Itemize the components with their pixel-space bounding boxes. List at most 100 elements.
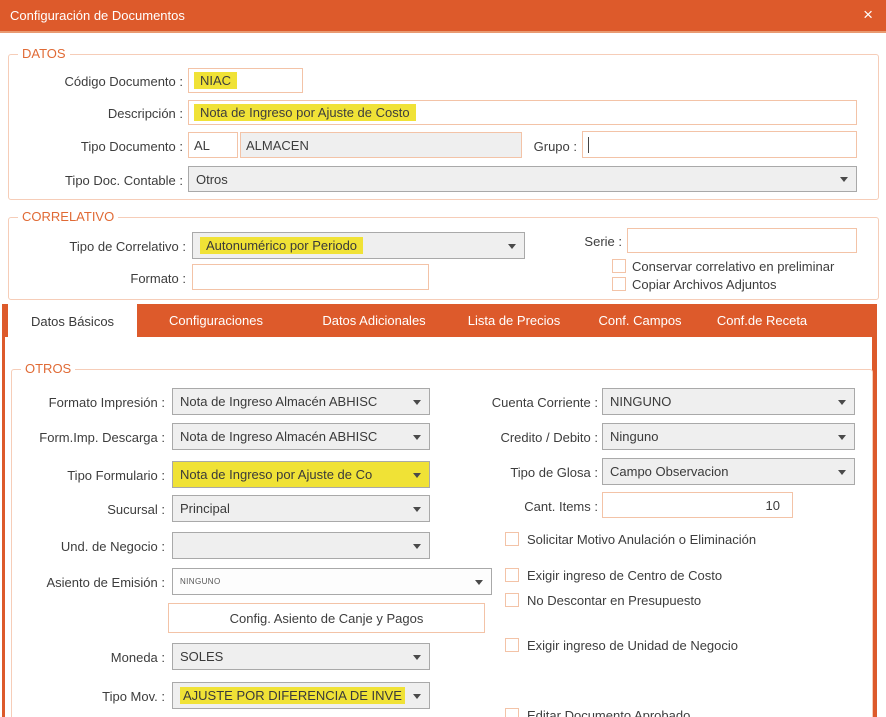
chevron-down-icon xyxy=(413,655,421,660)
exigir-centro-costo-checkbox[interactable] xyxy=(505,568,519,582)
moneda-label: Moneda : xyxy=(5,650,165,665)
moneda-dropdown[interactable]: SOLES xyxy=(172,643,430,670)
formato-impresion-dropdown[interactable]: Nota de Ingreso Almacén ABHISC xyxy=(172,388,430,415)
formato-label: Formato : xyxy=(6,271,186,286)
tab-conf-campos[interactable]: Conf. Campos xyxy=(570,304,710,337)
datos-legend: DATOS xyxy=(18,46,70,61)
tipo-doc-contable-dropdown[interactable]: Otros xyxy=(188,166,857,192)
chevron-down-icon xyxy=(413,473,421,478)
sucursal-dropdown[interactable]: Principal xyxy=(172,495,430,522)
conservar-correlativo-checkbox[interactable] xyxy=(612,259,626,273)
formato-impresion-value: Nota de Ingreso Almacén ABHISC xyxy=(180,394,377,409)
correlativo-legend: CORRELATIVO xyxy=(18,209,118,224)
tipo-mov-label: Tipo Mov. : xyxy=(5,689,165,704)
form-imp-descarga-dropdown[interactable]: Nota de Ingreso Almacén ABHISC xyxy=(172,423,430,450)
tipo-correlativo-label: Tipo de Correlativo : xyxy=(6,239,186,254)
cant-items-field[interactable]: 10 xyxy=(602,492,793,518)
grupo-field[interactable] xyxy=(582,131,857,158)
exigir-unidad-negocio-label: Exigir ingreso de Unidad de Negocio xyxy=(527,638,738,653)
no-descontar-presupuesto-checkbox[interactable] xyxy=(505,593,519,607)
tipo-documento-name-value: ALMACEN xyxy=(246,138,309,153)
chevron-down-icon xyxy=(840,177,848,182)
form-imp-descarga-value: Nota de Ingreso Almacén ABHISC xyxy=(180,429,377,444)
sucursal-label: Sucursal : xyxy=(5,502,165,517)
formato-impresion-label: Formato Impresión : xyxy=(5,395,165,410)
tipo-mov-value: AJUSTE POR DIFERENCIA DE INVE xyxy=(180,687,405,704)
asiento-emision-label: Asiento de Emisión : xyxy=(5,575,165,590)
descripcion-label: Descripción : xyxy=(13,106,183,121)
tipo-documento-label: Tipo Documento : xyxy=(13,139,183,154)
editar-documento-aprobado-label: Editar Documento Aprobado xyxy=(527,708,690,717)
no-descontar-presupuesto-label: No Descontar en Presupuesto xyxy=(527,593,701,608)
sucursal-value: Principal xyxy=(180,501,230,516)
cant-items-value: 10 xyxy=(766,498,780,513)
descripcion-field[interactable]: Nota de Ingreso por Ajuste de Costo xyxy=(188,100,857,125)
close-icon[interactable]: × xyxy=(863,5,873,25)
tipo-glosa-dropdown[interactable]: Campo Observacion xyxy=(602,458,855,485)
dialog-title: Configuración de Documentos xyxy=(0,8,185,23)
cant-items-label: Cant. Items : xyxy=(438,499,598,514)
chevron-down-icon xyxy=(838,400,846,405)
codigo-documento-value: NIAC xyxy=(194,72,237,89)
exigir-unidad-negocio-checkbox[interactable] xyxy=(505,638,519,652)
tab-datos-adicionales[interactable]: Datos Adicionales xyxy=(304,304,444,337)
tipo-documento-name-field: ALMACEN xyxy=(240,132,522,158)
chevron-down-icon xyxy=(413,544,421,549)
chevron-down-icon xyxy=(475,580,483,585)
editar-documento-aprobado-checkbox[interactable] xyxy=(505,708,519,717)
cuenta-corriente-dropdown[interactable]: NINGUNO xyxy=(602,388,855,415)
und-negocio-label: Und. de Negocio : xyxy=(5,539,165,554)
tipo-documento-code-value: AL xyxy=(194,138,210,153)
chevron-down-icon xyxy=(838,470,846,475)
formato-field[interactable] xyxy=(192,264,429,290)
tipo-glosa-value: Campo Observacion xyxy=(610,464,729,479)
chevron-down-icon xyxy=(508,244,516,249)
tipo-doc-contable-value: Otros xyxy=(196,172,228,187)
chevron-down-icon xyxy=(413,507,421,512)
credito-debito-dropdown[interactable]: Ninguno xyxy=(602,423,855,450)
und-negocio-dropdown[interactable] xyxy=(172,532,430,559)
copiar-adjuntos-label: Copiar Archivos Adjuntos xyxy=(632,277,777,292)
chevron-down-icon xyxy=(838,435,846,440)
tipo-formulario-value: Nota de Ingreso por Ajuste de Co xyxy=(180,467,372,482)
tab-configuraciones[interactable]: Configuraciones xyxy=(146,304,286,337)
descripcion-value: Nota de Ingreso por Ajuste de Costo xyxy=(194,104,416,121)
form-imp-descarga-label: Form.Imp. Descarga : xyxy=(5,430,165,445)
tipo-correlativo-dropdown[interactable]: Autonumérico por Periodo xyxy=(192,232,525,259)
tipo-formulario-dropdown[interactable]: Nota de Ingreso por Ajuste de Co xyxy=(172,461,430,488)
conservar-correlativo-label: Conservar correlativo en preliminar xyxy=(632,259,834,274)
solicitar-motivo-checkbox[interactable] xyxy=(505,532,519,546)
text-cursor xyxy=(588,137,589,153)
chevron-down-icon xyxy=(413,435,421,440)
serie-field[interactable] xyxy=(627,228,857,253)
credito-debito-value: Ninguno xyxy=(610,429,658,444)
copiar-adjuntos-checkbox[interactable] xyxy=(612,277,626,291)
grupo-label: Grupo : xyxy=(482,139,577,154)
tipo-doc-contable-label: Tipo Doc. Contable : xyxy=(13,173,183,188)
config-asiento-canje-pagos-button[interactable]: Config. Asiento de Canje y Pagos xyxy=(168,603,485,633)
tipo-glosa-label: Tipo de Glosa : xyxy=(438,465,598,480)
tipo-documento-code-field[interactable]: AL xyxy=(188,132,238,158)
tipo-correlativo-value: Autonumérico por Periodo xyxy=(200,237,363,254)
tab-lista-de-precios[interactable]: Lista de Precios xyxy=(444,304,584,337)
cuenta-corriente-value: NINGUNO xyxy=(610,394,671,409)
asiento-emision-value: NINGUNO xyxy=(180,577,221,586)
chevron-down-icon xyxy=(413,400,421,405)
tipo-formulario-label: Tipo Formulario : xyxy=(5,468,165,483)
codigo-documento-label: Código Documento : xyxy=(13,74,183,89)
tab-conf-de-receta[interactable]: Conf.de Receta xyxy=(692,304,832,337)
document-config-dialog: Configuración de Documentos × DATOS Códi… xyxy=(0,0,886,717)
exigir-centro-costo-label: Exigir ingreso de Centro de Costo xyxy=(527,568,722,583)
asiento-emision-dropdown[interactable]: NINGUNO xyxy=(172,568,492,595)
title-bar: Configuración de Documentos xyxy=(0,0,886,33)
moneda-value: SOLES xyxy=(180,649,223,664)
chevron-down-icon xyxy=(413,694,421,699)
credito-debito-label: Credito / Debito : xyxy=(438,430,598,445)
cuenta-corriente-label: Cuenta Corriente : xyxy=(438,395,598,410)
tipo-mov-dropdown[interactable]: AJUSTE POR DIFERENCIA DE INVE xyxy=(172,682,430,709)
solicitar-motivo-label: Solicitar Motivo Anulación o Eliminación xyxy=(527,532,756,547)
tab-datos-basicos[interactable]: Datos Básicos xyxy=(8,304,137,339)
serie-label: Serie : xyxy=(540,234,622,249)
codigo-documento-field[interactable]: NIAC xyxy=(188,68,303,93)
otros-legend: OTROS xyxy=(21,361,75,376)
